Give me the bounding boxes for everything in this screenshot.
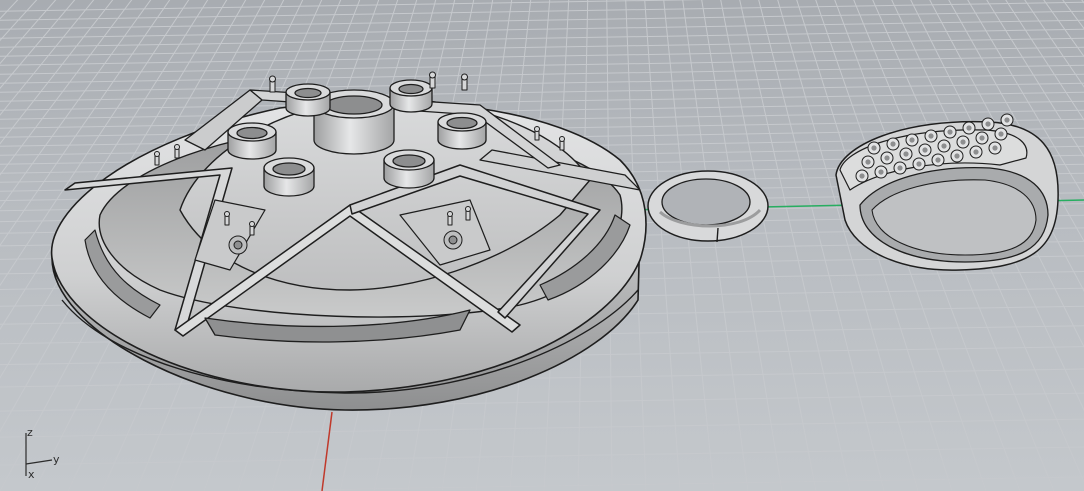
bail-stone-seat [909, 137, 915, 143]
bail-stone-seat [954, 153, 960, 159]
grid-line [0, 446, 1084, 466]
axis-widget-z-label: z [27, 426, 33, 439]
axis-widget-x-label: x [28, 468, 35, 481]
bail-stone-seat [966, 125, 972, 131]
bail-with-stones[interactable] [835, 113, 1059, 271]
grid-line [0, 19, 1084, 39]
bail-stone-seat [941, 143, 947, 149]
bail-stone-seat [916, 161, 922, 167]
grid-line [0, 1, 1084, 21]
bail-stone-seat [992, 145, 998, 151]
bail-stone-seat [960, 139, 966, 145]
bail-stone-seat [884, 155, 890, 161]
bail-stone-seat [947, 129, 953, 135]
bail-stone-seat [973, 149, 979, 155]
grid-line [210, 476, 1084, 491]
pendant-star-body[interactable] [50, 71, 647, 411]
grid-line [0, 37, 1084, 57]
bail-stone-seat [935, 157, 941, 163]
bail-stone-seat [1004, 117, 1010, 123]
bail-stone-seat [985, 121, 991, 127]
perspective-viewport[interactable]: z y x [0, 0, 1084, 491]
bail-stone-seat [922, 147, 928, 153]
grid-line [0, 392, 1084, 412]
viewport-canvas[interactable]: z y x [0, 0, 1084, 491]
jump-ring[interactable] [647, 170, 769, 243]
bail-stone-seat [897, 165, 903, 171]
bail-stone-seat [871, 145, 877, 151]
bail-stone-seat [928, 133, 934, 139]
bail-stone-seat [859, 173, 865, 179]
bail-stone-seat [878, 169, 884, 175]
grid-line [0, 28, 1084, 48]
bail-stone-seat [998, 131, 1004, 137]
bail-stone-seat [865, 159, 871, 165]
grid-line [0, 55, 1084, 75]
bail-stone-seat [890, 141, 896, 147]
bail-stone-seat [903, 151, 909, 157]
grid-line [0, 64, 1084, 84]
axis-widget-y-label: y [53, 453, 60, 466]
bail-stone-seat [979, 135, 985, 141]
